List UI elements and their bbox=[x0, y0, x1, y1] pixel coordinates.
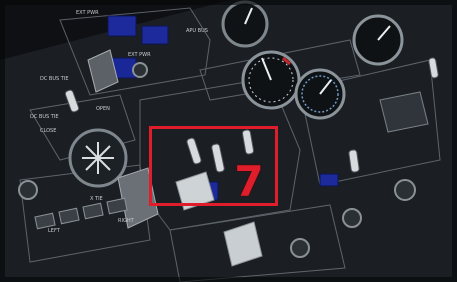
label-ext-pwr-right: EXT PWR bbox=[128, 52, 151, 58]
cockpit-overhead-panel-view: EXT PWR EXT PWR APU BUS DC BUS TIE DC BU… bbox=[0, 0, 457, 282]
label-left: LEFT bbox=[48, 228, 61, 234]
label-apu-bus: APU BUS bbox=[186, 28, 208, 34]
callout-number: 7 bbox=[234, 157, 264, 206]
top-gauge bbox=[221, 0, 269, 48]
label-close: CLOSE bbox=[40, 128, 56, 134]
label-ext-pwr-left: EXT PWR bbox=[76, 10, 99, 16]
label-right: RIGHT bbox=[118, 218, 135, 224]
label-open: OPEN bbox=[96, 106, 110, 112]
label-xtie: X TIE bbox=[90, 196, 103, 202]
label-dc-bus-tie-bottom: DC BUS TIE bbox=[30, 114, 58, 120]
right-gauge bbox=[352, 14, 404, 66]
selector-knob-dial bbox=[68, 128, 128, 188]
egt-gauge bbox=[241, 50, 301, 110]
pressure-gauge bbox=[294, 68, 346, 120]
label-dc-bus-tie-top: DC BUS TIE bbox=[40, 76, 68, 82]
